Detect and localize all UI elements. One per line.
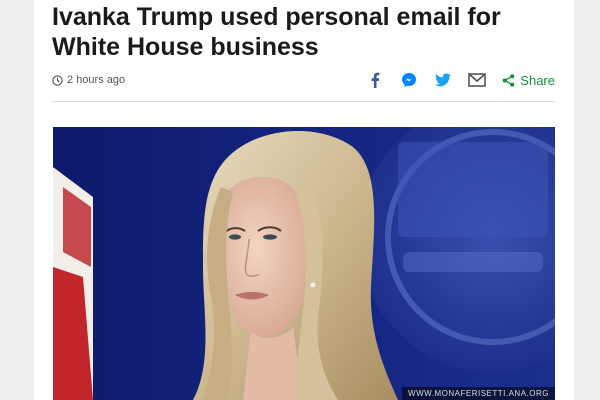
share-button[interactable]: Share [502,73,555,88]
email-icon [468,73,487,87]
clock-icon [52,74,63,86]
timestamp-text: 2 hours ago [67,74,126,86]
facebook-share-button[interactable] [364,69,386,91]
messenger-icon [402,73,417,87]
share-label: Share [520,72,555,88]
headline: Ivanka Trump used personal email for Whi… [52,3,501,61]
email-share-button[interactable] [466,69,488,91]
meta-bar: 2 hours ago Share [52,66,555,94]
share-tools: Share [352,69,555,91]
messenger-share-button[interactable] [398,69,420,91]
hero-image[interactable]: WWW.MONAFERISETTI.ANA.ORG [53,127,555,400]
hero-photo [53,127,555,400]
share-icon [503,73,515,87]
photo-credit: WWW.MONAFERISETTI.ANA.ORG [402,387,555,400]
facebook-icon [371,72,380,88]
article-container: Ivanka Trump used personal email for Whi… [34,0,574,400]
twitter-icon [435,73,452,87]
divider [52,101,555,102]
twitter-share-button[interactable] [432,69,454,91]
timestamp: 2 hours ago [52,74,125,86]
